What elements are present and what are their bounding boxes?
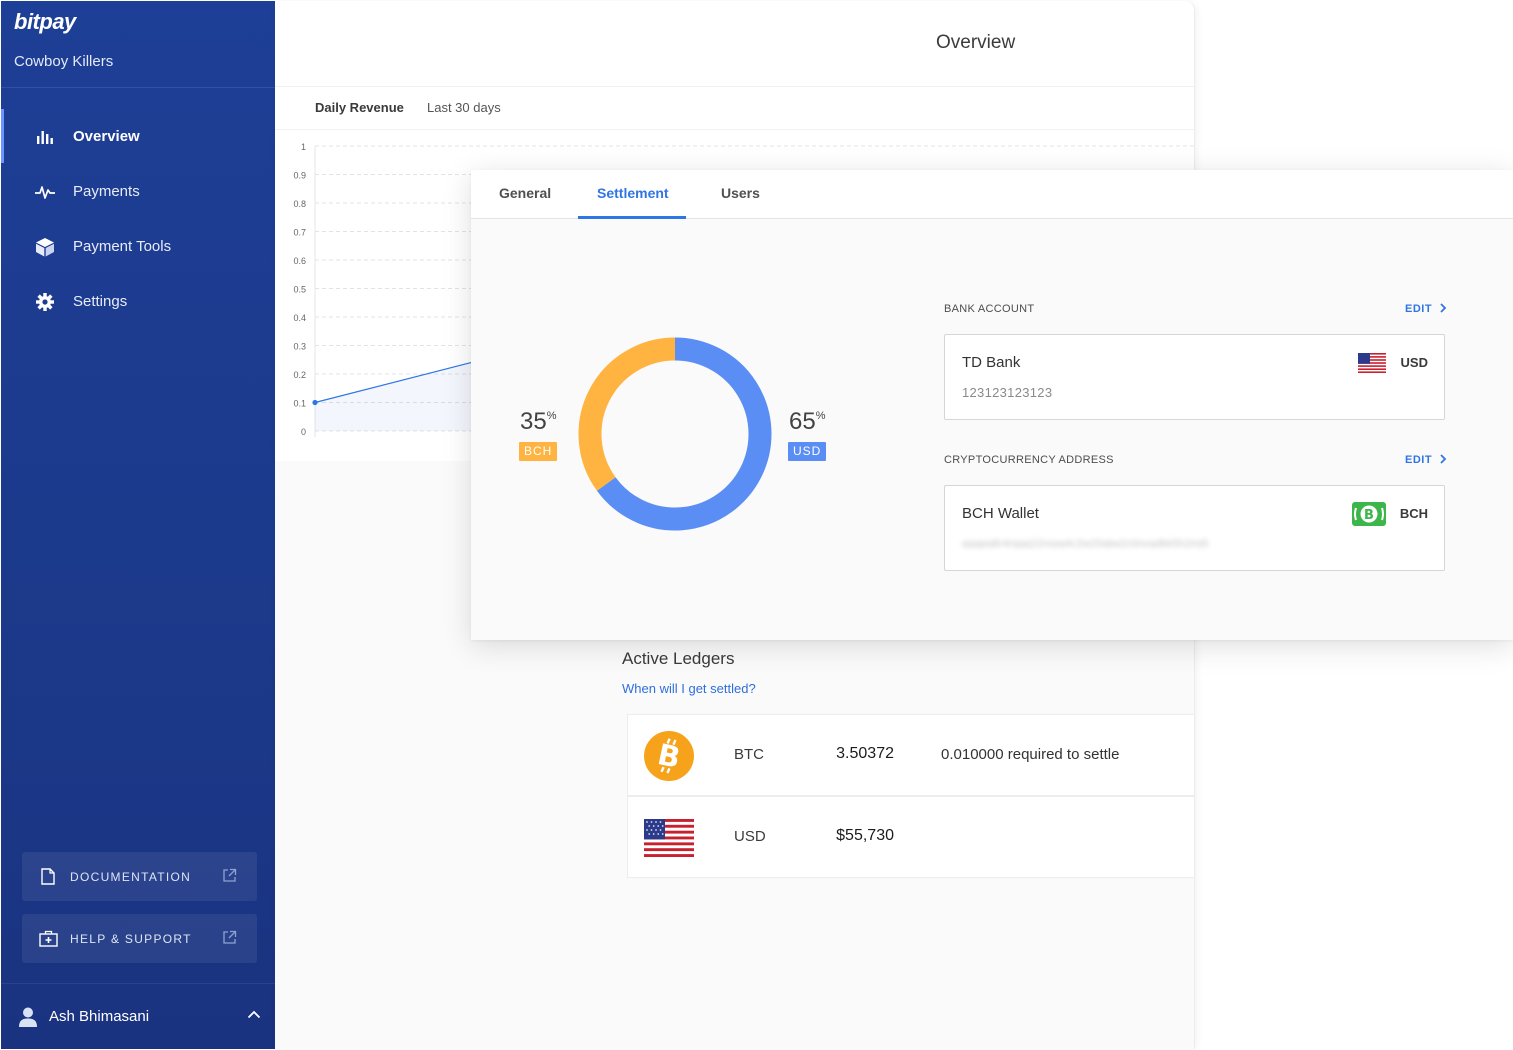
bch-badge: BCH: [519, 442, 558, 461]
sidebar-item-label: Settings: [73, 293, 128, 310]
y-tick-label: 0.3: [293, 342, 306, 352]
ledger-currency-code: USD: [734, 828, 766, 845]
usd-badge: USD: [788, 442, 827, 461]
main-header: Overview: [275, 1, 1194, 87]
us-flag-icon: [644, 813, 694, 863]
sidebar-item-payment-tools[interactable]: Payment Tools: [1, 219, 275, 274]
user-menu[interactable]: Ash Bhimasani: [1, 983, 275, 1049]
donut-slice-bch: [578, 337, 676, 491]
settlement-split-donut-chart: [578, 337, 772, 531]
y-tick-label: 0.8: [293, 199, 306, 209]
y-tick-label: 1: [301, 142, 306, 152]
y-tick-label: 0.7: [293, 228, 306, 238]
chevron-right-icon: [1439, 303, 1446, 313]
bitcoin-cash-icon: B: [1352, 502, 1386, 531]
y-tick-label: 0.1: [293, 399, 306, 409]
sidebar-item-label: Payments: [73, 183, 140, 200]
active-tab-indicator: [578, 216, 686, 219]
external-link-icon: [222, 930, 237, 948]
medical-kit-icon: [38, 929, 58, 949]
us-flag-icon: [1358, 353, 1386, 378]
y-tick-label: 0.6: [293, 256, 306, 266]
active-ledgers-title: Active Ledgers: [622, 649, 735, 668]
wallet-name: BCH Wallet: [962, 505, 1039, 522]
ledger-settle-note: 0.010000 required to settle: [941, 746, 1120, 763]
y-tick-label: 0.4: [293, 313, 306, 323]
y-tick-label: 0.9: [293, 171, 306, 181]
user-name: Ash Bhimasani: [49, 1008, 150, 1025]
chevron-up-icon[interactable]: [247, 1006, 261, 1023]
crypto-address-label: CRYPTOCURRENCY ADDRESS: [944, 454, 1114, 466]
y-tick-label: 0.5: [293, 285, 306, 295]
documentation-button[interactable]: DOCUMENTATION: [22, 852, 257, 901]
y-tick-label: 0: [301, 427, 306, 437]
ledger-amount: 3.50372: [836, 745, 894, 762]
organization-name: Cowboy Killers: [14, 53, 114, 70]
ledger-amount: $55,730: [836, 827, 894, 844]
ledger-row-usd[interactable]: USD $55,730: [627, 796, 1194, 878]
bank-account-label: BANK ACCOUNT: [944, 303, 1035, 315]
ledger-row-btc[interactable]: B BTC 3.50372 0.010000 required to settl…: [627, 714, 1194, 796]
bitcoin-icon: B: [644, 731, 694, 781]
user-avatar-icon: [19, 1007, 37, 1027]
crypto-wallet-card[interactable]: BCH Wallet qqqpq8r4rgqq22nrpq4c2w20qtw2c…: [944, 485, 1445, 571]
settings-tabs: General Settlement Users: [471, 170, 1513, 219]
documentation-label: DOCUMENTATION: [70, 869, 192, 884]
cube-icon: [34, 236, 56, 258]
sidebar: bitpay Cowboy Killers Overview Payments: [1, 1, 275, 1049]
edit-label: EDIT: [1405, 454, 1433, 466]
sidebar-item-label: Payment Tools: [73, 238, 172, 255]
settlement-panel: General Settlement Users 35% BCH 65% USD…: [471, 170, 1513, 640]
edit-label: EDIT: [1405, 303, 1433, 315]
chevron-right-icon: [1439, 454, 1446, 464]
usd-percentage-value: 65: [789, 408, 816, 435]
when-settled-link[interactable]: When will I get settled?: [622, 681, 756, 696]
document-icon: [38, 867, 58, 887]
bank-account-card[interactable]: TD Bank 123123123123 USD: [944, 334, 1445, 420]
crypto-edit-link[interactable]: EDIT: [1405, 454, 1447, 466]
bank-account-number: 123123123123: [962, 385, 1053, 400]
percent-sign: %: [815, 410, 826, 422]
bar-chart-icon: [34, 126, 56, 148]
y-tick-label: 0.2: [293, 370, 306, 380]
sidebar-item-payments[interactable]: Payments: [1, 164, 275, 219]
revenue-point: [312, 399, 318, 406]
bank-name: TD Bank: [962, 354, 1021, 371]
external-link-icon: [222, 868, 237, 886]
bitpay-logo[interactable]: bitpay: [14, 9, 76, 35]
ledger-currency-code: BTC: [734, 746, 764, 763]
wallet-address-blurred: qqqpq8r4rgqq22nrpq4c2w20qtw2c0nvqdkk5h2m…: [962, 538, 1209, 548]
sidebar-item-label: Overview: [73, 128, 140, 145]
tab-general[interactable]: General: [499, 185, 551, 201]
pulse-icon: [34, 181, 56, 203]
usd-percentage: 65%: [789, 408, 825, 436]
svg-text:B: B: [1364, 508, 1374, 523]
page-title: Overview: [936, 32, 1016, 53]
percent-sign: %: [546, 410, 557, 422]
bch-percentage: 35%: [520, 408, 556, 436]
tab-users[interactable]: Users: [721, 185, 760, 201]
wallet-currency: BCH: [1399, 506, 1428, 521]
sidebar-nav: Overview Payments Payment Tools Settings: [1, 109, 275, 329]
app-window: bitpay Cowboy Killers Overview Payments: [0, 0, 1513, 1050]
sidebar-item-settings[interactable]: Settings: [1, 274, 275, 329]
sidebar-divider: [1, 87, 275, 88]
bank-currency: USD: [1400, 355, 1428, 370]
bank-edit-link[interactable]: EDIT: [1405, 303, 1447, 315]
sidebar-item-overview[interactable]: Overview: [1, 109, 275, 164]
tab-settlement[interactable]: Settlement: [597, 185, 669, 201]
help-support-label: HELP & SUPPORT: [70, 931, 192, 946]
bch-percentage-value: 35: [520, 408, 547, 435]
help-support-button[interactable]: HELP & SUPPORT: [22, 914, 257, 963]
gear-icon: [34, 291, 56, 313]
